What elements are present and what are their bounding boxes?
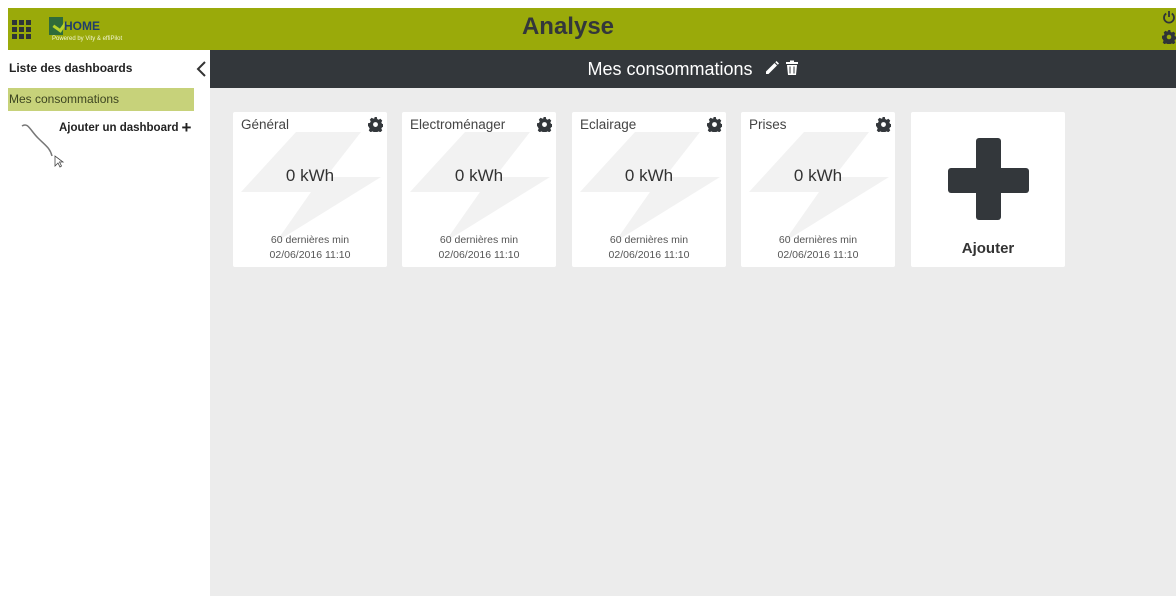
dashboard-card-general[interactable]: Général 0 kWh 60 dernières min 02/06/201…: [233, 112, 387, 267]
card-value: 0 kWh: [793, 166, 843, 185]
card-value: 0 kWh: [624, 166, 674, 185]
dashboard-card-electromenager[interactable]: Electroménager 0 kWh 60 dernières min 02…: [402, 112, 556, 267]
card-title: Electroménager: [410, 117, 506, 132]
add-dashboard-label: Ajouter un dashboard: [59, 122, 179, 134]
card-period: 60 dernières min: [609, 234, 689, 246]
add-widget-label: Ajouter: [961, 240, 1015, 257]
card-title: Eclairage: [580, 117, 637, 132]
sidebar: Liste des dashboards Mes consommations A…: [8, 50, 210, 596]
gear-icon[interactable]: [707, 117, 722, 132]
pencil-icon[interactable]: [764, 60, 780, 76]
gear-icon[interactable]: [1162, 30, 1176, 44]
card-period: 60 dernières min: [439, 234, 519, 246]
card-date: 02/06/2016 11:10: [438, 249, 520, 261]
gear-icon[interactable]: [537, 117, 552, 132]
dashboard-card-eclairage[interactable]: Eclairage 0 kWh 60 dernières min 02/06/2…: [572, 112, 726, 267]
card-title: Général: [241, 117, 290, 132]
card-period: 60 dernières min: [778, 234, 858, 246]
dashboard-card-prises[interactable]: Prises 0 kWh 60 dernières min 02/06/2016…: [741, 112, 895, 267]
lightning-icon: [749, 132, 889, 242]
card-title: Prises: [749, 117, 787, 132]
main-content: Mes consommations Général 0 kWh 60 derni…: [210, 50, 1176, 596]
power-icon[interactable]: [1162, 10, 1176, 24]
sidebar-title: Liste des dashboards: [9, 61, 133, 75]
page-title: Analyse: [521, 13, 615, 40]
sidebar-header: Liste des dashboards: [8, 50, 210, 87]
lightning-icon: [241, 132, 381, 242]
chevron-left-icon[interactable]: [194, 59, 210, 79]
card-date: 02/06/2016 11:10: [608, 249, 690, 261]
add-dashboard-button[interactable]: Ajouter un dashboard +: [59, 118, 192, 137]
gear-icon[interactable]: [368, 117, 383, 132]
lightning-icon: [410, 132, 550, 242]
dashboard-header: Mes consommations: [210, 50, 1176, 88]
dashboard-title: Mes consommations: [587, 59, 753, 79]
gear-icon[interactable]: [876, 117, 891, 132]
plus-icon: +: [181, 118, 192, 137]
card-period: 60 dernières min: [270, 234, 350, 246]
trash-icon[interactable]: [785, 60, 799, 76]
plus-icon-vertical: [976, 138, 1001, 220]
card-date: 02/06/2016 11:10: [777, 249, 859, 261]
card-value: 0 kWh: [454, 166, 504, 185]
add-widget-button[interactable]: Ajouter: [911, 112, 1065, 267]
sidebar-item-mes-consommations[interactable]: Mes consommations: [8, 88, 194, 111]
top-bar: HOME Powered by Vity & effiPilot Analyse: [8, 8, 1176, 50]
card-value: 0 kWh: [285, 166, 335, 185]
card-date: 02/06/2016 11:10: [269, 249, 351, 261]
lightning-icon: [580, 132, 720, 242]
